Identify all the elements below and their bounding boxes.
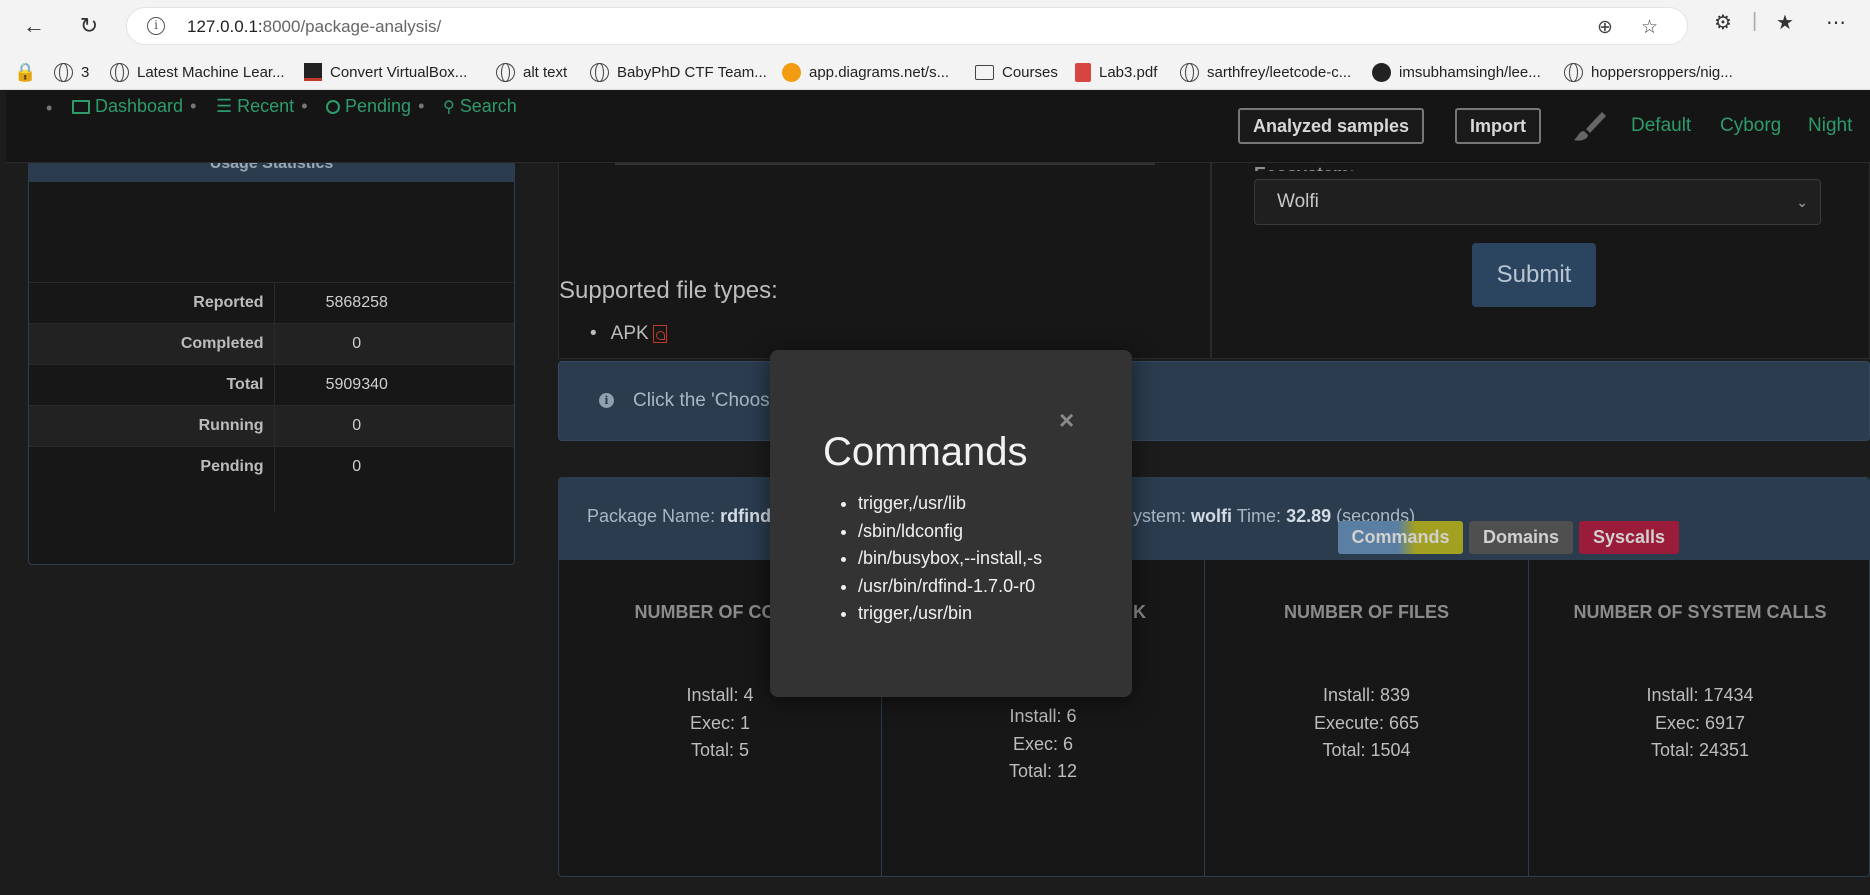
clock-icon — [326, 99, 340, 114]
nav-recent[interactable]: ☰ Recent • — [216, 96, 308, 117]
filetype-item: APK — [590, 323, 667, 345]
bookmark-item[interactable]: Convert VirtualBox... — [304, 60, 467, 84]
info-text: Click the 'Choose — [633, 390, 781, 411]
diagrams-icon — [782, 62, 801, 82]
nav-search[interactable]: ⚲ Search — [443, 96, 517, 117]
bookmark-item[interactable]: app.diagrams.net/s... — [782, 60, 949, 84]
column-title: NUMBER OF FILES — [1284, 602, 1449, 622]
bookmarks-bar: 🔒 3 Latest Machine Lear... Convert Virtu… — [0, 53, 1870, 90]
submit-button[interactable]: Submit — [1472, 243, 1596, 307]
globe-icon — [1180, 62, 1199, 82]
syscalls-count-column: NUMBER OF SYSTEM CALLS Install: 17434 Ex… — [1529, 560, 1869, 876]
modal-title: Commands — [823, 430, 1028, 474]
site-info-icon[interactable]: i — [147, 17, 165, 35]
syscalls-button[interactable]: Syscalls — [1579, 521, 1679, 554]
domains-button[interactable]: Domains — [1469, 521, 1573, 554]
list-item: trigger,/usr/bin — [858, 600, 1042, 628]
table-row: Running 0 — [29, 405, 514, 447]
count-values: Install: 6 Exec: 6 Total: 12 — [1008, 706, 1078, 781]
github-icon — [1372, 62, 1391, 82]
toolbar-divider: | — [1752, 10, 1758, 32]
app-icon — [304, 63, 322, 81]
close-icon[interactable]: × — [1059, 405, 1074, 436]
nav-bullet: • — [46, 98, 53, 118]
count-values: Install: 839 Execute: 665 Total: 1504 — [1313, 685, 1420, 760]
bookmark-item[interactable]: Courses — [975, 60, 1058, 84]
bookmark-item[interactable]: Latest Machine Lear... — [110, 60, 285, 84]
list-icon: ☰ — [216, 96, 233, 116]
globe-icon — [590, 62, 609, 82]
top-navbar: • Dashboard • ☰ Recent • Pending • ⚲ Search A… — [6, 91, 1870, 163]
filetypes-title: Supported file types: — [559, 277, 778, 304]
bookmark-item[interactable]: sarthfrey/leetcode-c... — [1180, 60, 1351, 84]
table-row: Total 5909340 — [29, 364, 514, 406]
theme-night[interactable]: Night — [1808, 115, 1852, 137]
globe-icon — [496, 62, 515, 82]
bookmark-item[interactable]: imsubhamsingh/lee... — [1372, 60, 1541, 84]
import-button[interactable]: Import — [1455, 108, 1541, 144]
count-values: Install: 17434 Exec: 6917 Total: 24351 — [1646, 685, 1754, 760]
bookmark-item[interactable]: BabyPhD CTF Team... — [590, 60, 767, 84]
commands-modal: × Commands trigger,/usr/lib /sbin/ldconf… — [770, 350, 1132, 697]
search-icon: ⚲ — [443, 98, 455, 116]
address-bar[interactable]: i 127.0.0.1:8000/package-analysis/ ⊕ ☆ — [126, 7, 1688, 45]
info-alert: i Click the 'Choose — [558, 361, 1870, 441]
globe-icon — [1564, 62, 1583, 82]
table-row: Pending 0 — [29, 446, 514, 488]
chevron-down-icon: ⌄ — [1796, 194, 1808, 210]
back-arrow-icon[interactable]: ← — [18, 10, 50, 42]
bookmark-item[interactable]: hoppersroppers/nig... — [1564, 60, 1733, 84]
table-row: Completed 0 — [29, 323, 514, 365]
file-pdf-icon — [652, 325, 667, 343]
folder-icon — [975, 64, 994, 80]
column-title: NUMBER OF SYSTEM CALLS — [1573, 602, 1827, 622]
usage-statistics-panel: Usage Statistics Reported 5868258 Complet… — [28, 163, 515, 565]
zoom-icon[interactable]: ⊕ — [1597, 16, 1613, 39]
package-name: Package Name: rdfind — [587, 506, 772, 526]
list-item: /bin/busybox,--install,-s — [858, 545, 1042, 573]
ecosystem-panel: Ecosystem: Wolfi⌄ Submit — [1211, 163, 1870, 359]
analysis-result-panel: Package Name: rdfind ystem: wolfi Time: … — [558, 477, 1870, 877]
browser-toolbar: ← ↻ i 127.0.0.1:8000/package-analysis/ ⊕… — [0, 0, 1870, 53]
url-text[interactable]: 127.0.0.1:8000/package-analysis/ — [187, 17, 441, 37]
list-item: trigger,/usr/lib — [858, 490, 1042, 518]
paintbrush-icon[interactable] — [1572, 109, 1608, 145]
commands-button[interactable]: Commands — [1338, 521, 1463, 554]
favorite-star-icon[interactable]: ☆ — [1641, 16, 1658, 39]
bookmark-item[interactable]: alt text — [496, 60, 567, 84]
pdf-icon — [1075, 62, 1091, 82]
globe-icon — [110, 62, 129, 82]
dashboard-icon — [72, 99, 90, 114]
info-circle-icon: i — [599, 393, 614, 408]
ecosystem-select[interactable]: Wolfi ⌄ — [1254, 179, 1821, 225]
table-row: Reported 5868258 — [29, 282, 514, 324]
favorites-icon[interactable]: ★ — [1776, 10, 1794, 35]
file-input[interactable] — [615, 163, 1155, 165]
extensions-icon[interactable]: ⚙ — [1714, 10, 1732, 35]
more-menu-icon[interactable]: ⋯ — [1826, 10, 1846, 35]
bookmark-item[interactable]: Lab3.pdf — [1075, 60, 1157, 84]
commands-list: trigger,/usr/lib /sbin/ldconfig /bin/bus… — [858, 490, 1042, 628]
theme-cyborg[interactable]: Cyborg — [1720, 115, 1781, 137]
theme-default[interactable]: Default — [1631, 115, 1691, 137]
list-item: /usr/bin/rdfind-1.7.0-r0 — [858, 573, 1042, 601]
reload-icon[interactable]: ↻ — [73, 10, 105, 42]
files-count-column: NUMBER OF FILES Install: 839 Execute: 66… — [1205, 560, 1529, 876]
lock-icon[interactable]: 🔒 — [14, 60, 36, 84]
nav-pending[interactable]: Pending • — [326, 96, 424, 117]
result-header: Package Name: rdfind ystem: wolfi Time: … — [559, 478, 1869, 560]
globe-icon — [54, 62, 73, 82]
bookmark-item[interactable]: 3 — [54, 60, 89, 84]
analyzed-samples-button[interactable]: Analyzed samples — [1238, 108, 1425, 144]
list-item: /sbin/ldconfig — [858, 518, 1042, 546]
stats-table: Reported 5868258 Completed 0 Total 5909340 … — [29, 282, 514, 488]
stats-header: Usage Statistics — [29, 163, 514, 182]
upload-panel: Supported file types: APK — [558, 163, 1211, 359]
nav-dashboard[interactable]: Dashboard • — [72, 96, 196, 117]
